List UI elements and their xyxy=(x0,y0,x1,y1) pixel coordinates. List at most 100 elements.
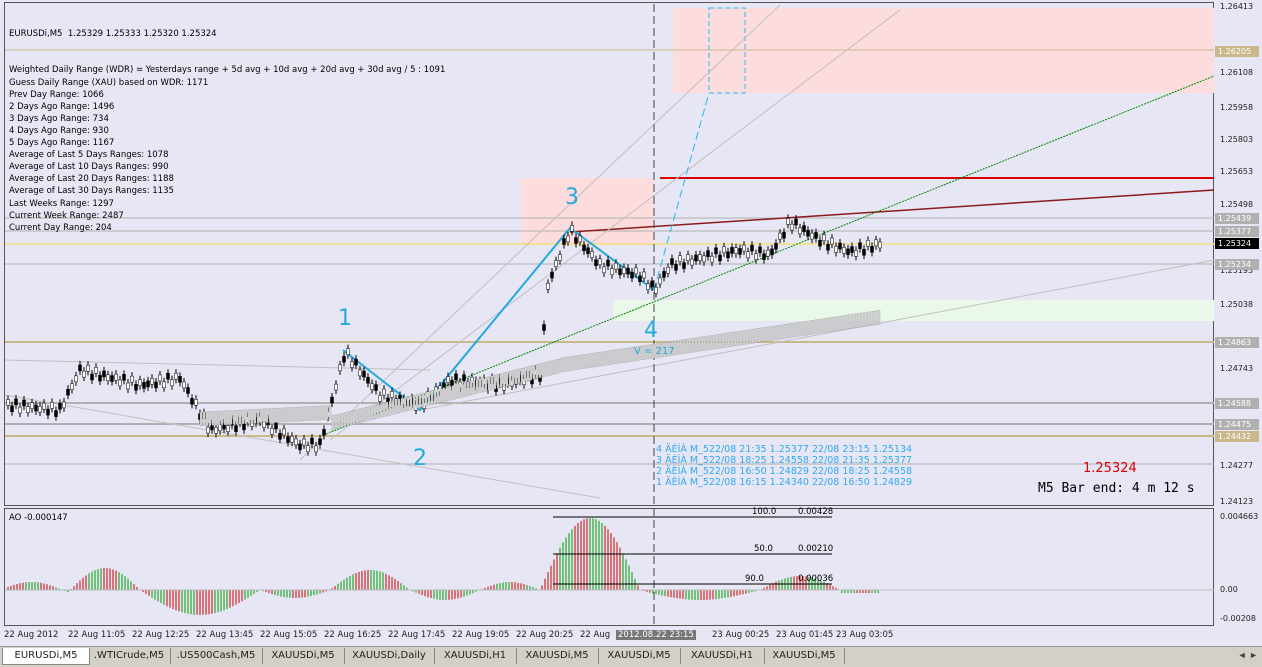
ma-band-segment xyxy=(775,325,779,340)
ma-band-segment xyxy=(205,411,209,426)
candle-body xyxy=(166,372,170,380)
candle-body xyxy=(14,398,18,406)
ao-level-pct: 90.0 xyxy=(745,574,764,584)
ma-band-segment xyxy=(874,310,878,325)
ma-band-segment xyxy=(202,411,206,427)
tab-scroll-buttons[interactable]: ◄ ► xyxy=(1238,650,1258,660)
chart-tab[interactable]: XAUUSDi,M5 xyxy=(764,648,845,664)
ma-band-segment xyxy=(541,362,545,378)
candle-body xyxy=(206,426,210,434)
ma-band-segment xyxy=(361,407,365,423)
ma-band-segment xyxy=(388,401,392,416)
chart-tab[interactable]: .WTICrude,M5 xyxy=(88,648,171,664)
candle-body xyxy=(878,241,882,249)
candle-body xyxy=(762,253,766,260)
ma-band-segment xyxy=(583,354,587,369)
candle-body xyxy=(570,225,574,232)
ma-band-segment xyxy=(625,347,629,363)
ma-band-segment xyxy=(565,356,569,372)
candle-body xyxy=(594,259,598,266)
chart-window[interactable]: EURUSDi,M5 1.25329 1.25333 1.25320 1.253… xyxy=(0,0,1262,646)
ma-band-segment xyxy=(364,407,368,422)
time-tick-label: 22 Aug 19:05 xyxy=(452,630,510,640)
range-info-list: Weighted Daily Range (WDR) = Yesterdays … xyxy=(9,64,445,233)
candle-body xyxy=(446,376,450,383)
price-axis[interactable]: 1.26413 1.26205 1.26108 1.25958 1.25803 1.256… xyxy=(1214,0,1262,626)
candle-body xyxy=(286,436,290,443)
candle-body xyxy=(338,364,342,372)
range-info-line: 4 Days Ago Range: 930 xyxy=(9,125,109,136)
ma-band-segment xyxy=(514,369,518,384)
ma-band-segment xyxy=(766,326,770,342)
ma-band-segment xyxy=(562,357,566,372)
ma-band-segment xyxy=(253,409,257,424)
chart-tab[interactable]: EURUSDi,M5 xyxy=(2,648,90,665)
time-axis[interactable]: 22 Aug 2012 22 Aug 11:05 22 Aug 12:25 22 Au… xyxy=(4,628,1214,644)
ma-band-segment xyxy=(415,394,419,409)
ma-band-segment xyxy=(259,408,263,424)
candle-body xyxy=(134,384,138,391)
candle-body xyxy=(722,246,726,254)
ma-band-segment xyxy=(289,407,293,422)
ma-band-segment xyxy=(697,337,701,352)
candle-body xyxy=(226,425,230,432)
candle-body xyxy=(142,382,146,389)
ma-band-segment xyxy=(682,339,686,354)
candle-body xyxy=(10,405,14,413)
candle-body xyxy=(622,267,626,274)
candle-body xyxy=(726,251,730,259)
chart-tab[interactable]: XAUUSDi,H1 xyxy=(434,648,517,664)
chart-tab[interactable]: XAUUSDi,M5 xyxy=(516,648,599,664)
ma-band-segment xyxy=(244,409,248,424)
candle-body xyxy=(794,218,798,226)
ma-band-segment xyxy=(535,364,539,379)
ma-band-segment xyxy=(481,377,485,393)
ma-band-segment xyxy=(256,408,260,424)
ma-band-segment xyxy=(613,349,617,365)
chart-tab[interactable]: XAUUSDi,M5 xyxy=(262,648,345,664)
candle-body xyxy=(614,262,618,270)
candle-body xyxy=(58,403,62,410)
order-line: 2 ÄÈÌÀ M_522/08 16:50 1.24829 22/08 18:2… xyxy=(656,466,913,477)
chart-tab[interactable]: XAUUSDi,Daily xyxy=(344,648,435,664)
ma-band-segment xyxy=(829,317,833,332)
ma-band-segment xyxy=(703,336,707,351)
candle-body xyxy=(314,445,318,453)
time-tick-label: 22 Aug 11:05 xyxy=(68,630,126,640)
chart-tab[interactable]: .US500Cash,M5 xyxy=(170,648,263,664)
ma-band-segment xyxy=(598,351,602,367)
candle-body xyxy=(582,244,586,252)
candle-body xyxy=(666,266,670,274)
ao-axis-label: 0.004663 xyxy=(1220,512,1259,521)
candle-body xyxy=(86,364,90,372)
candle-body xyxy=(26,406,30,413)
candle-body xyxy=(798,227,802,235)
candle-body xyxy=(298,443,302,451)
candle-body xyxy=(758,246,762,254)
candle-body xyxy=(710,255,714,263)
order-history-list: 4 ÄÈÌÀ M_522/08 21:35 1.25377 22/08 23:1… xyxy=(656,444,912,488)
ma-band-segment xyxy=(865,311,869,327)
ma-band-segment xyxy=(331,415,335,430)
candle-body xyxy=(194,399,198,406)
indicator-info-text: EURUSDi,M5 1.25329 1.25333 1.25320 1.253… xyxy=(9,4,445,258)
ma-band-segment xyxy=(352,410,356,425)
candle-body xyxy=(54,410,58,417)
ma-band-segment xyxy=(268,408,272,423)
candle-body xyxy=(686,254,690,261)
candle-body xyxy=(94,366,98,374)
ma-band-segment xyxy=(760,327,764,343)
ma-band-segment xyxy=(301,406,305,422)
chart-tab[interactable]: XAUUSDi,M5 xyxy=(598,648,681,664)
ma-band-segment xyxy=(484,377,488,392)
candle-body xyxy=(778,232,782,240)
candle-body xyxy=(818,239,822,247)
candle-body xyxy=(370,383,374,390)
ma-band-segment xyxy=(439,388,443,403)
ma-band-segment xyxy=(412,395,416,410)
chart-tab[interactable]: XAUUSDi,H1 xyxy=(680,648,765,664)
ma-band-segment xyxy=(286,407,290,422)
candle-body xyxy=(90,373,94,381)
trend-line xyxy=(325,75,1215,435)
ma-band-segment xyxy=(550,360,554,375)
